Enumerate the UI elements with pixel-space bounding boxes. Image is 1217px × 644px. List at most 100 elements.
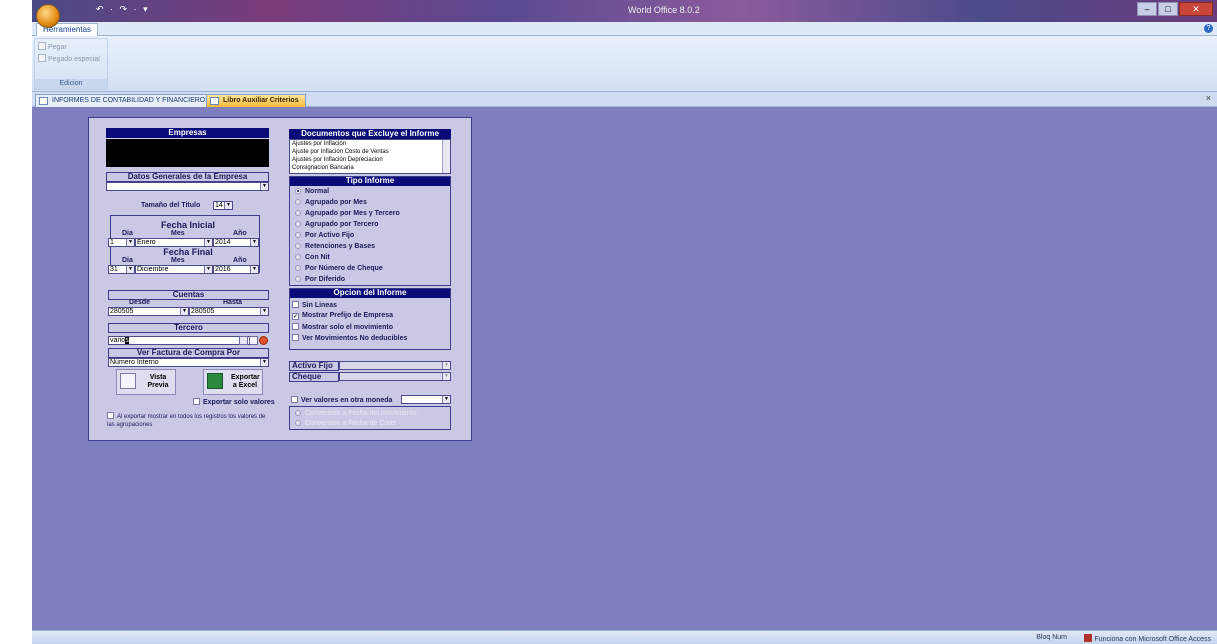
radio-conversion-movimiento[interactable]: Conversión a Fecha del movimiento — [295, 410, 417, 417]
exportar-solo-valores-checkbox[interactable]: Exportar solo valores — [193, 398, 275, 406]
radio-activo-fijo[interactable]: Por Activo Fijo — [295, 232, 354, 239]
ver-valores-moneda-checkbox[interactable]: Ver valores en otra moneda — [291, 396, 392, 404]
ff-anio-select[interactable]: 2016 ▼ — [213, 265, 259, 274]
radio-conversion-corte[interactable]: Conversión a Fecha de Corte — [295, 420, 396, 427]
exportar-excel-button[interactable]: Exportar a Excel — [203, 369, 263, 395]
minimize-button[interactable]: – — [1137, 2, 1157, 16]
chevron-down-icon: ▼ — [204, 266, 212, 273]
status-bar: Bloq Num Funciona con Microsoft Office A… — [32, 630, 1217, 644]
check-icon: ✓ — [292, 313, 299, 320]
chevron-down-icon: ▼ — [126, 266, 134, 273]
help-icon[interactable]: ? — [1204, 24, 1213, 33]
cuenta-desde-select[interactable]: 280505 ▼ — [108, 307, 189, 316]
chevron-down-icon: ▼ — [442, 396, 450, 403]
access-indicator: Funciona con Microsoft Office Access — [1084, 634, 1211, 643]
no-deducibles-checkbox[interactable]: Ver Movimientos No deducibles — [292, 334, 407, 342]
criteria-form: Empresas Datos Generales de la Empresa ▼… — [88, 117, 472, 441]
quick-access-toolbar[interactable]: ↶ · ↷ · ▾ — [96, 4, 150, 15]
tercero-input[interactable]: varios — [108, 336, 258, 345]
close-window-button[interactable]: ✕ — [1179, 2, 1213, 16]
mes-label: Mes — [171, 230, 185, 237]
empresas-list[interactable] — [106, 139, 269, 167]
list-item[interactable]: Consignacion Bancaria — [292, 164, 450, 172]
title-bar: ↶ · ↷ · ▾ World Office 8.0.2 – □ ✕ — [32, 0, 1217, 22]
vista-previa-button[interactable]: Vista Previa — [116, 369, 176, 395]
chevron-down-icon: ▼ — [250, 266, 258, 273]
solo-movimiento-checkbox[interactable]: Mostrar solo el movimiento — [292, 323, 393, 331]
radio-agrupado-tercero[interactable]: Agrupado por Tercero — [295, 221, 378, 228]
chevron-down-icon: ▼ — [204, 239, 212, 246]
chevron-down-icon: ▼ — [250, 239, 258, 246]
pegar-button[interactable]: Pegar — [38, 42, 67, 51]
chevron-down-icon: ▼ — [260, 308, 268, 315]
radio-agrupado-mes[interactable]: Agrupado por Mes — [295, 199, 367, 206]
fi-mes-select[interactable]: Enero ▼ — [135, 238, 213, 247]
activo-fijo-select[interactable]: ▼ — [339, 361, 451, 370]
radio-normal[interactable]: Normal — [295, 188, 329, 195]
hasta-label: Hasta — [223, 299, 243, 306]
ribbon-tabs: Herramientas ? — [32, 22, 1217, 36]
search-icon[interactable] — [249, 336, 258, 345]
ff-mes-select[interactable]: Diciembre ▼ — [135, 265, 213, 274]
tab-informes-contabilidad[interactable]: INFORMES DE CONTABILIDAD Y FINANCIEROS — [35, 94, 217, 107]
clear-icon[interactable] — [259, 336, 268, 345]
datos-generales-header: Datos Generales de la Empresa — [106, 172, 269, 182]
factura-header: Ver Factura de Compra Por — [108, 348, 269, 358]
chevron-down-icon: ▼ — [260, 183, 268, 190]
al-exportar-checkbox[interactable]: Al exportar mostrar en todos los registr… — [107, 412, 267, 429]
activo-fijo-label: Activo Fijo — [289, 361, 339, 371]
chevron-down-icon[interactable] — [239, 336, 248, 345]
radio-agrupado-mes-tercero[interactable]: Agrupado por Mes y Tercero — [295, 210, 400, 217]
window-controls: – □ ✕ — [1136, 2, 1213, 16]
radio-con-nit[interactable]: Con Nit — [295, 254, 330, 261]
maximize-button[interactable]: □ — [1158, 2, 1178, 16]
cheque-select[interactable]: ▼ — [339, 372, 451, 381]
ribbon-body: Pegar Pegado especial Edicion — [32, 36, 1217, 92]
moneda-select[interactable]: ▼ — [401, 395, 451, 404]
form-icon — [39, 97, 48, 105]
fi-anio-select[interactable]: 2014 ▼ — [213, 238, 259, 247]
documentos-list[interactable]: Ajustes por Inflación Ajuste por Inflaci… — [289, 139, 451, 174]
cheque-label: Cheque — [289, 372, 339, 382]
list-item[interactable]: Ajustes por Inflación Depreciacion — [292, 156, 450, 164]
tab-libro-auxiliar[interactable]: Libro Auxiliar Criterios — [206, 94, 306, 107]
anio-label: Año — [233, 257, 247, 264]
office-button[interactable] — [36, 4, 60, 28]
sin-lineas-checkbox[interactable]: Sin Lineas — [292, 301, 337, 309]
anio-label: Año — [233, 230, 247, 237]
factura-select[interactable]: Número Interno ▼ — [108, 358, 269, 367]
radio-numero-cheque[interactable]: Por Número de Cheque — [295, 265, 383, 272]
chevron-down-icon: ▼ — [180, 308, 188, 315]
fi-dia-select[interactable]: 1 ▼ — [108, 238, 135, 247]
access-icon — [1084, 634, 1093, 642]
excel-icon — [207, 373, 223, 389]
desde-label: Desde — [129, 299, 151, 306]
form-icon — [210, 97, 219, 105]
chevron-down-icon: ▼ — [442, 362, 450, 369]
mostrar-prefijo-checkbox[interactable]: ✓ Mostrar Prefijo de Empresa — [292, 312, 393, 320]
paste-icon — [38, 42, 46, 50]
app-title: World Office 8.0.2 — [628, 5, 700, 15]
document-tabs: INFORMES DE CONTABILIDAD Y FINANCIEROS L… — [32, 92, 1217, 107]
scrollbar[interactable] — [442, 140, 450, 173]
preview-icon — [120, 373, 136, 389]
pegado-especial-button[interactable]: Pegado especial — [38, 54, 100, 63]
tamano-titulo-select[interactable]: 14 ▼ — [213, 201, 233, 210]
list-item[interactable]: Ajuste por Inflación Costo de Ventas — [292, 148, 450, 156]
bloq-num-indicator: Bloq Num — [1036, 634, 1067, 641]
list-item[interactable]: Ajustes por Inflación — [292, 140, 450, 148]
tercero-header: Tercero — [108, 323, 269, 333]
ff-dia-select[interactable]: 31 ▼ — [108, 265, 135, 274]
chevron-down-icon: ▼ — [126, 239, 134, 246]
mes-label: Mes — [171, 257, 185, 264]
datos-generales-select[interactable]: ▼ — [106, 182, 269, 191]
close-document-icon[interactable]: × — [1206, 93, 1211, 103]
paste-special-icon — [38, 54, 46, 62]
chevron-down-icon: ▼ — [224, 202, 232, 209]
radio-diferido[interactable]: Por Diferido — [295, 276, 345, 283]
cuenta-hasta-select[interactable]: 280505 ▼ — [189, 307, 269, 316]
group-label: Edicion — [35, 79, 107, 89]
chevron-down-icon: ▼ — [260, 359, 268, 366]
radio-retenciones[interactable]: Retenciones y Bases — [295, 243, 375, 250]
empresas-header: Empresas — [106, 128, 269, 138]
